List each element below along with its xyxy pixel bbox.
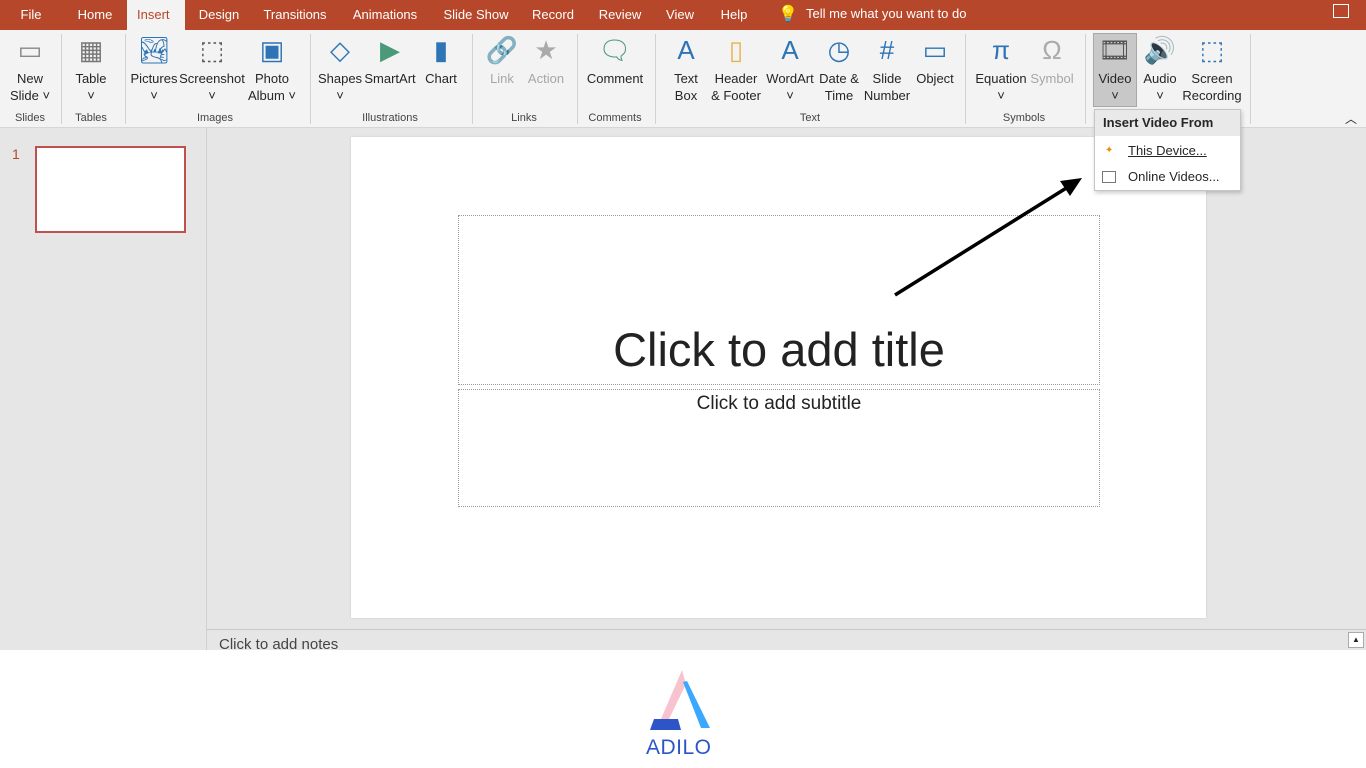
menu-item-this-device[interactable]: ✦ This Device... [1095,138,1240,164]
menu-item-online-videos[interactable]: Online Videos... [1095,164,1240,190]
adilo-logo: ADILO [646,670,720,760]
menu-header: Insert Video From [1095,110,1240,136]
scroll-up-button[interactable]: ▲ [1348,632,1364,648]
logo-text: ADILO [646,736,712,759]
device-icon: ✦ [1105,145,1114,156]
online-video-icon [1102,171,1116,183]
notes-pane[interactable]: Click to add notes [207,629,1366,653]
insert-video-menu: Insert Video From ✦ This Device... Online… [1094,109,1241,191]
logo-mark [650,670,710,730]
